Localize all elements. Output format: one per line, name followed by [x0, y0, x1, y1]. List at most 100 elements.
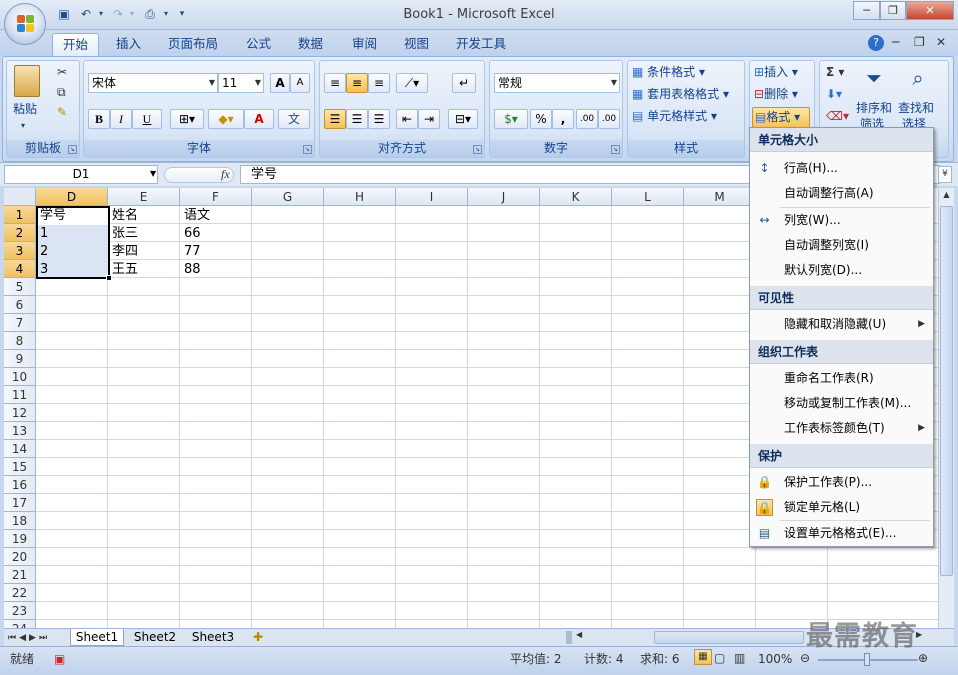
row-header-22[interactable]: 22 — [4, 584, 36, 602]
column-header-I[interactable]: I — [396, 188, 468, 206]
row-header-20[interactable]: 20 — [4, 548, 36, 566]
row-header-12[interactable]: 12 — [4, 404, 36, 422]
row-header-13[interactable]: 13 — [4, 422, 36, 440]
row-header-2[interactable]: 2 — [4, 224, 36, 242]
copy-icon[interactable]: ⧉ — [57, 83, 66, 101]
row-header-6[interactable]: 6 — [4, 296, 36, 314]
normal-view-icon[interactable]: ▦ — [694, 649, 712, 665]
column-header-E[interactable]: E — [108, 188, 180, 206]
align-top-icon[interactable]: ≡ — [324, 73, 346, 93]
row-header-11[interactable]: 11 — [4, 386, 36, 404]
cell-F2[interactable]: 66 — [182, 225, 201, 243]
menu-item-move-copy-sheet[interactable]: 移动或复制工作表(M)... — [750, 391, 933, 416]
column-header-K[interactable]: K — [540, 188, 612, 206]
cell-E3[interactable]: 李四 — [110, 243, 138, 261]
column-header-M[interactable]: M — [684, 188, 756, 206]
bold-button[interactable]: B — [88, 109, 110, 129]
column-header-H[interactable]: H — [324, 188, 396, 206]
menu-item-row-height[interactable]: ↕ 行高(H)... — [750, 156, 933, 181]
font-color-button[interactable]: A — [244, 109, 274, 129]
delete-cells-button[interactable]: ⊟删除 ▾ — [754, 85, 798, 103]
name-box-dropdown-icon[interactable]: ▼ — [150, 165, 156, 183]
find-select-icon[interactable]: ⌕ — [904, 65, 932, 91]
cell-E1[interactable]: 姓名 — [110, 207, 138, 225]
orientation-icon[interactable]: ⟋▾ — [396, 73, 428, 93]
cell-F3[interactable]: 77 — [182, 243, 201, 261]
sheet-tab-3[interactable]: Sheet3 — [186, 629, 240, 646]
insert-cells-button[interactable]: ⊞插入 ▾ — [754, 63, 798, 81]
cell-E2[interactable]: 张三 — [110, 225, 138, 243]
select-all-corner[interactable] — [4, 188, 36, 206]
percent-button[interactable]: % — [530, 109, 552, 129]
underline-button[interactable]: U — [132, 109, 162, 129]
font-name-combo[interactable]: 宋体 ▼ — [88, 73, 218, 93]
zoom-level[interactable]: 100% — [758, 650, 792, 668]
wrap-text-icon[interactable]: ↵ — [452, 73, 476, 93]
menu-item-format-cells[interactable]: ▤ 设置单元格格式(E)... — [750, 521, 933, 546]
insert-sheet-icon[interactable]: ✚ — [246, 629, 270, 646]
name-box[interactable]: D1 — [4, 165, 158, 184]
format-cells-button[interactable]: ▤格式 ▾ — [752, 107, 810, 129]
row-header-7[interactable]: 7 — [4, 314, 36, 332]
cell-styles-button[interactable]: ▤ 单元格样式 ▾ — [632, 107, 717, 125]
scroll-thumb[interactable] — [940, 206, 953, 576]
menu-item-protect-sheet[interactable]: 🔒 保护工作表(P)... — [750, 470, 933, 495]
vertical-scrollbar[interactable]: ▲ — [938, 188, 954, 628]
align-right-icon[interactable]: ☰ — [368, 109, 390, 129]
row-header-1[interactable]: 1 — [4, 206, 36, 224]
column-header-F[interactable]: F — [180, 188, 252, 206]
row-header-18[interactable]: 18 — [4, 512, 36, 530]
paste-button[interactable]: 粘贴 — [13, 100, 37, 118]
cell-E4[interactable]: 王五 — [110, 261, 138, 279]
tab-formulas[interactable]: 公式 — [236, 33, 281, 56]
format-as-table-button[interactable]: ▦ 套用表格格式 ▾ — [632, 85, 729, 103]
font-size-combo[interactable]: 11 ▼ — [218, 73, 264, 93]
row-header-3[interactable]: 3 — [4, 242, 36, 260]
align-left-icon[interactable]: ☰ — [324, 109, 346, 129]
page-break-view-icon[interactable]: ▥ — [734, 649, 745, 667]
cut-icon[interactable]: ✂ — [57, 63, 67, 81]
fill-icon[interactable]: ⬇▾ — [826, 85, 842, 103]
restore-button[interactable]: ❐ — [880, 1, 906, 20]
paste-dropdown-icon[interactable]: ▾ — [21, 117, 25, 135]
menu-item-hide-unhide[interactable]: 隐藏和取消隐藏(U) ▶ — [750, 312, 933, 337]
grow-font-button[interactable]: A — [270, 73, 290, 93]
column-header-D[interactable]: D — [36, 188, 108, 206]
ribbon-close-icon[interactable]: ✕ — [936, 33, 946, 51]
close-button[interactable]: ✕ — [906, 1, 954, 20]
sort-filter-icon[interactable]: ⏷ — [860, 65, 888, 91]
cell-F1[interactable]: 语文 — [182, 207, 210, 225]
clipboard-launcher-icon[interactable]: ↘ — [68, 145, 77, 154]
merge-center-icon[interactable]: ⊟▾ — [448, 109, 478, 129]
office-button[interactable] — [4, 3, 46, 45]
row-header-17[interactable]: 17 — [4, 494, 36, 512]
menu-item-rename-sheet[interactable]: 重命名工作表(R) — [750, 366, 933, 391]
column-header-G[interactable]: G — [252, 188, 324, 206]
horizontal-scroll-thumb[interactable] — [654, 631, 804, 644]
menu-item-default-width[interactable]: 默认列宽(D)... — [750, 258, 933, 283]
increase-indent-icon[interactable]: ⇥ — [418, 109, 440, 129]
tab-view[interactable]: 视图 — [394, 33, 439, 56]
scroll-up-icon[interactable]: ▲ — [940, 190, 953, 204]
row-header-14[interactable]: 14 — [4, 440, 36, 458]
row-header-16[interactable]: 16 — [4, 476, 36, 494]
tab-developer[interactable]: 开发工具 — [446, 33, 516, 56]
conditional-format-button[interactable]: ▦ 条件格式 ▾ — [632, 63, 705, 81]
menu-item-lock-cell[interactable]: 🔒 锁定单元格(L) — [750, 495, 933, 520]
comma-button[interactable]: , — [552, 109, 574, 129]
menu-item-tab-color[interactable]: 工作表标签颜色(T) ▶ — [750, 416, 933, 441]
row-header-9[interactable]: 9 — [4, 350, 36, 368]
row-header-15[interactable]: 15 — [4, 458, 36, 476]
align-center-icon[interactable]: ☰ — [346, 109, 368, 129]
align-bottom-icon[interactable]: ≡ — [368, 73, 390, 93]
expand-formula-icon[interactable]: ¥ — [938, 166, 952, 183]
tab-home[interactable]: 开始 — [52, 33, 100, 56]
page-layout-view-icon[interactable]: ▢ — [714, 649, 725, 667]
scroll-left-icon[interactable]: ◀ — [576, 630, 586, 645]
menu-item-autofit-column[interactable]: 自动调整列宽(I) — [750, 233, 933, 258]
row-header-21[interactable]: 21 — [4, 566, 36, 584]
zoom-slider-thumb[interactable] — [864, 653, 870, 666]
tab-data[interactable]: 数据 — [288, 33, 333, 56]
sheet-nav-arrows-icon[interactable]: ⏮◀▶⏭ — [8, 629, 50, 647]
help-icon[interactable]: ? — [868, 35, 884, 51]
